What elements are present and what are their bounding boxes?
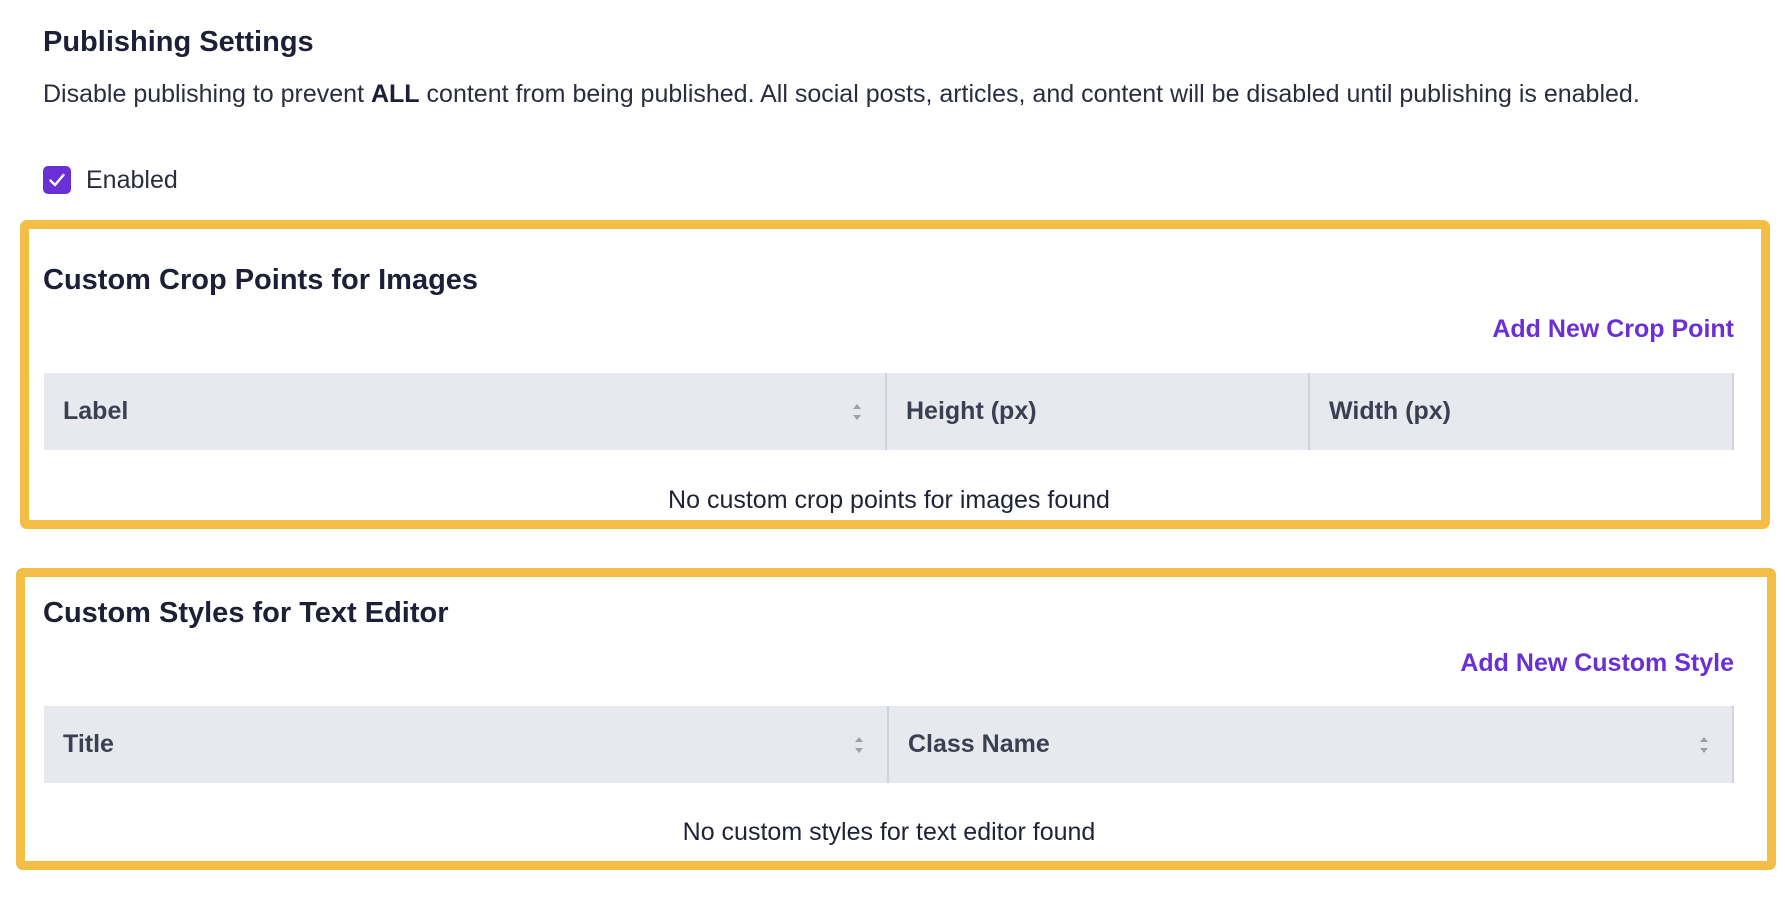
column-header-text: Height (px) <box>906 397 1037 425</box>
crop-points-empty-message: No custom crop points for images found <box>668 486 1110 514</box>
description-suffix: content from being published. All social… <box>419 80 1640 108</box>
enabled-checkbox-label[interactable]: Enabled <box>86 166 178 195</box>
description-bold: ALL <box>370 80 420 108</box>
custom-styles-empty-message: No custom styles for text editor found <box>682 818 1096 846</box>
column-header-text: Class Name <box>908 730 1050 758</box>
checkmark-icon <box>49 173 65 187</box>
column-header-text: Label <box>63 397 129 425</box>
column-header-width: Width (px) <box>1310 373 1732 450</box>
custom-styles-table-header: Title Class Name <box>44 706 1734 783</box>
crop-points-table-header: Label Height (px) Width (px) <box>44 373 1734 450</box>
column-header-text: Width (px) <box>1329 397 1451 425</box>
sort-arrows-icon[interactable] <box>853 735 865 755</box>
crop-points-title: Custom Crop Points for Images <box>43 264 479 296</box>
enabled-checkbox[interactable] <box>43 166 71 194</box>
column-header-title[interactable]: Title <box>44 706 889 783</box>
sort-arrows-icon[interactable] <box>851 402 863 422</box>
add-custom-style-link[interactable]: Add New Custom Style <box>1460 649 1734 678</box>
column-header-text: Title <box>63 730 114 758</box>
publishing-settings-description: Disable publishing to prevent ALL conten… <box>43 76 1703 112</box>
publishing-settings-title: Publishing Settings <box>43 26 314 58</box>
column-header-height: Height (px) <box>887 373 1310 450</box>
add-crop-point-link[interactable]: Add New Crop Point <box>1492 315 1734 344</box>
sort-arrows-icon[interactable] <box>1698 735 1710 755</box>
publishing-enabled-row[interactable]: Enabled <box>43 164 178 196</box>
description-prefix: Disable publishing to prevent <box>43 80 371 108</box>
custom-styles-title: Custom Styles for Text Editor <box>43 597 449 629</box>
column-header-label[interactable]: Label <box>44 373 887 450</box>
column-header-class-name[interactable]: Class Name <box>889 706 1732 783</box>
